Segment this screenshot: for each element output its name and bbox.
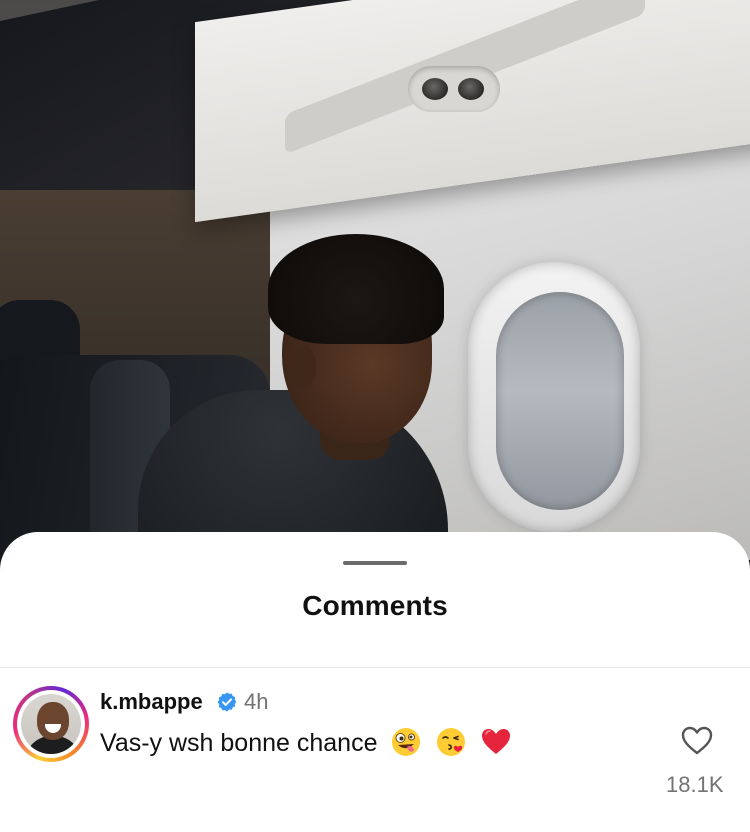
person-hair xyxy=(268,234,444,344)
post-image xyxy=(0,0,750,560)
avatar[interactable] xyxy=(17,690,85,758)
avatar-story-ring[interactable] xyxy=(13,686,89,762)
like-count: 18.1K xyxy=(666,772,724,797)
red-heart-emoji-icon xyxy=(482,729,511,754)
divider xyxy=(0,667,750,668)
comment-timestamp: 4h xyxy=(244,689,269,714)
sheet-title: Comments xyxy=(302,590,448,621)
avatar-face xyxy=(37,702,69,740)
verified-badge-icon xyxy=(217,692,237,712)
comment-username[interactable]: k.mbappe xyxy=(100,689,203,715)
zany-face-emoji-icon xyxy=(392,728,421,756)
heart-outline-icon[interactable] xyxy=(680,724,714,756)
air-vent xyxy=(408,66,500,112)
comments-sheet: Comments k.mbappe 4h Vas-y wsh bonne cha… xyxy=(0,532,750,832)
avatar-photo xyxy=(21,694,81,754)
person-ear xyxy=(290,345,316,389)
comment-body: Vas-y wsh bonne chance xyxy=(100,729,378,757)
drag-handle[interactable] xyxy=(343,561,407,565)
face-blowing-kiss-emoji-icon xyxy=(437,728,466,756)
comment-text: Vas-y wsh bonne chance xyxy=(100,726,512,758)
airplane-window-glass xyxy=(496,292,624,510)
comment-item: k.mbappe 4h Vas-y wsh bonne chance 18.1K xyxy=(0,672,750,822)
